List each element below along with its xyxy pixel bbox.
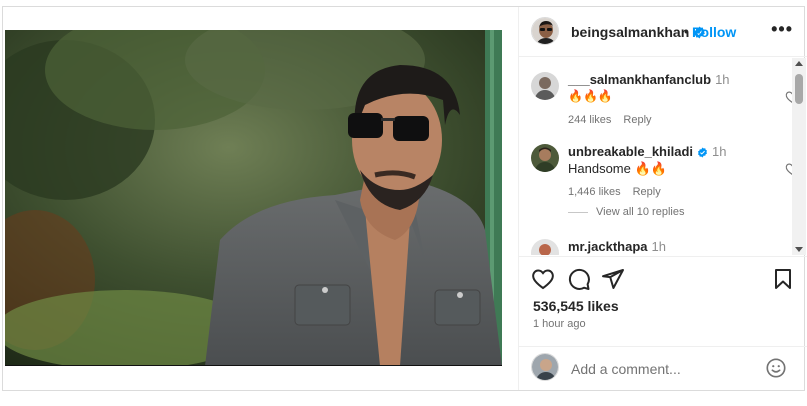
comment-text: Handsome 🔥🔥 bbox=[568, 161, 667, 176]
view-replies-button[interactable]: View all 10 replies bbox=[568, 206, 684, 218]
scroll-down-arrow-icon[interactable] bbox=[795, 247, 803, 252]
commenter-avatar[interactable] bbox=[531, 239, 559, 255]
bookmark-icon[interactable] bbox=[771, 267, 795, 294]
comment-username-text[interactable]: ___salmankhanfanclub bbox=[568, 72, 711, 87]
more-options-icon[interactable]: ••• bbox=[771, 19, 793, 40]
comment-icon[interactable] bbox=[567, 267, 591, 294]
comment-username[interactable]: ___salmankhanfanclub 1h bbox=[568, 72, 730, 87]
comment-username-text[interactable]: mr.jackthapa bbox=[568, 239, 648, 254]
post-photo[interactable] bbox=[5, 30, 502, 366]
post-timestamp[interactable]: 1 hour ago bbox=[533, 318, 586, 330]
comment-text: 🔥🔥🔥 bbox=[568, 89, 613, 103]
scrollbar-thumb[interactable] bbox=[795, 74, 803, 104]
instagram-post: beingsalmankhan • Follow ••• ___salmankh… bbox=[2, 6, 807, 391]
heart-icon[interactable] bbox=[531, 267, 555, 294]
post-header: beingsalmankhan • Follow ••• bbox=[519, 7, 807, 57]
comment-time: 1h bbox=[715, 72, 730, 87]
emoji-icon[interactable] bbox=[765, 357, 787, 382]
comment-item: unbreakable_khiladi 1h Handsome 🔥🔥 1,446 … bbox=[531, 144, 799, 204]
comments-list[interactable]: ___salmankhanfanclub 1h 🔥🔥🔥 244 likes Repl… bbox=[519, 58, 807, 255]
reply-button[interactable]: Reply bbox=[623, 114, 651, 126]
post-actions: 536,545 likes 1 hour ago bbox=[519, 256, 807, 346]
comment-time: 1h bbox=[651, 239, 666, 254]
comment-username[interactable]: unbreakable_khiladi 1h bbox=[568, 144, 726, 159]
comment-likes[interactable]: 1,446 likes bbox=[568, 186, 621, 198]
comments-scrollbar[interactable] bbox=[792, 58, 806, 255]
author-avatar[interactable] bbox=[531, 17, 559, 45]
view-replies-text[interactable]: View all 10 replies bbox=[596, 206, 684, 218]
comment-username[interactable]: mr.jackthapa 1h bbox=[568, 239, 666, 254]
likes-count[interactable]: 536,545 likes bbox=[533, 298, 619, 314]
author-username-text[interactable]: beingsalmankhan bbox=[571, 24, 689, 40]
commenter-avatar[interactable] bbox=[531, 72, 559, 100]
verified-badge-icon bbox=[697, 146, 708, 161]
comment-item: ___salmankhanfanclub 1h 🔥🔥🔥 244 likes Repl… bbox=[531, 72, 799, 132]
share-icon[interactable] bbox=[601, 267, 625, 294]
current-user-avatar bbox=[531, 353, 559, 381]
header-separator: • bbox=[684, 24, 689, 39]
comment-input[interactable] bbox=[571, 359, 761, 379]
reply-button[interactable]: Reply bbox=[633, 186, 661, 198]
scroll-up-arrow-icon[interactable] bbox=[795, 61, 803, 66]
comment-meta: 244 likes Reply bbox=[568, 114, 652, 126]
comment-item: mr.jackthapa1h ❤❤❤❤ bbox=[531, 239, 791, 255]
replies-divider bbox=[568, 211, 588, 213]
comment-likes[interactable]: 244 likes bbox=[568, 114, 611, 126]
comment-username-text[interactable]: unbreakable_khiladi bbox=[568, 144, 693, 159]
post-side-panel: beingsalmankhan • Follow ••• ___salmankh… bbox=[518, 7, 807, 390]
commenter-avatar[interactable] bbox=[531, 144, 559, 172]
add-comment-bar bbox=[519, 346, 807, 390]
comment-time: 1h bbox=[712, 144, 727, 159]
post-media bbox=[3, 7, 518, 390]
comment-meta: 1,446 likes Reply bbox=[568, 186, 661, 198]
follow-button[interactable]: Follow bbox=[692, 24, 736, 40]
